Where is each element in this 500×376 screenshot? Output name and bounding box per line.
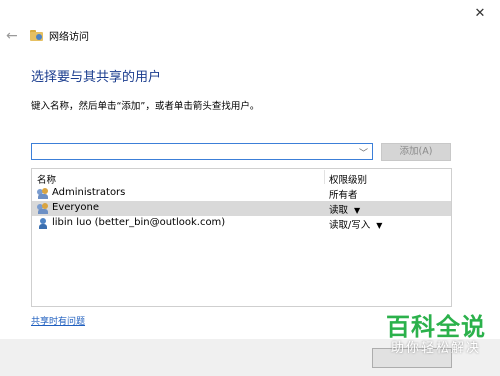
close-icon: ✕ (474, 6, 486, 21)
user-name-combobox[interactable]: ﹀ (31, 143, 373, 160)
back-button[interactable]: ← (6, 28, 22, 44)
permission-dropdown[interactable]: 读取/写入 ▼ (329, 217, 382, 231)
list-row-administrators[interactable]: Administrators 所有者 (32, 186, 451, 201)
add-button[interactable]: 添加(A) (381, 143, 451, 161)
window-title: 网络访问 (49, 32, 89, 43)
list-header: 名称 权限级别 (32, 169, 451, 186)
share-help-link[interactable]: 共享时有问题 (31, 314, 85, 327)
list-row-libin-luo[interactable]: libin luo (better_bin@outlook.com) 读取/写入… (32, 216, 451, 231)
group-icon (37, 203, 49, 214)
row-permission: 所有者 (329, 190, 358, 201)
window-title-bar: 网络访问 (30, 28, 89, 43)
instruction-text: 键入名称，然后单击“添加”，或者单击箭头查找用户。 (31, 101, 260, 112)
network-folder-icon (30, 29, 43, 42)
row-name: Everyone (52, 202, 100, 213)
column-divider[interactable] (324, 170, 325, 184)
chevron-down-icon[interactable]: ﹀ (359, 146, 368, 159)
group-icon (37, 188, 49, 199)
list-row-everyone[interactable]: Everyone 读取 ▼ (32, 201, 451, 216)
back-arrow-icon: ← (6, 28, 18, 44)
row-permission: 读取/写入 (329, 220, 371, 231)
share-button[interactable] (372, 348, 452, 368)
close-button[interactable]: ✕ (470, 4, 490, 24)
dropdown-arrow-icon[interactable]: ▼ (376, 221, 382, 230)
watermark-main-text: 百科全说 (386, 313, 486, 341)
row-permission: 读取 (329, 205, 349, 216)
column-header-permission[interactable]: 权限级别 (329, 172, 367, 186)
row-name: Administrators (52, 187, 126, 198)
user-permission-list[interactable]: 名称 权限级别 Administrators 所有者 Everyone 读取 ▼ … (31, 168, 452, 307)
dropdown-arrow-icon[interactable]: ▼ (354, 206, 360, 215)
user-icon (37, 218, 49, 229)
column-header-name[interactable]: 名称 (37, 172, 56, 186)
permission-dropdown[interactable]: 读取 ▼ (329, 202, 360, 216)
row-name: libin luo (better_bin@outlook.com) (52, 217, 226, 228)
page-heading: 选择要与其共享的用户 (31, 70, 162, 85)
